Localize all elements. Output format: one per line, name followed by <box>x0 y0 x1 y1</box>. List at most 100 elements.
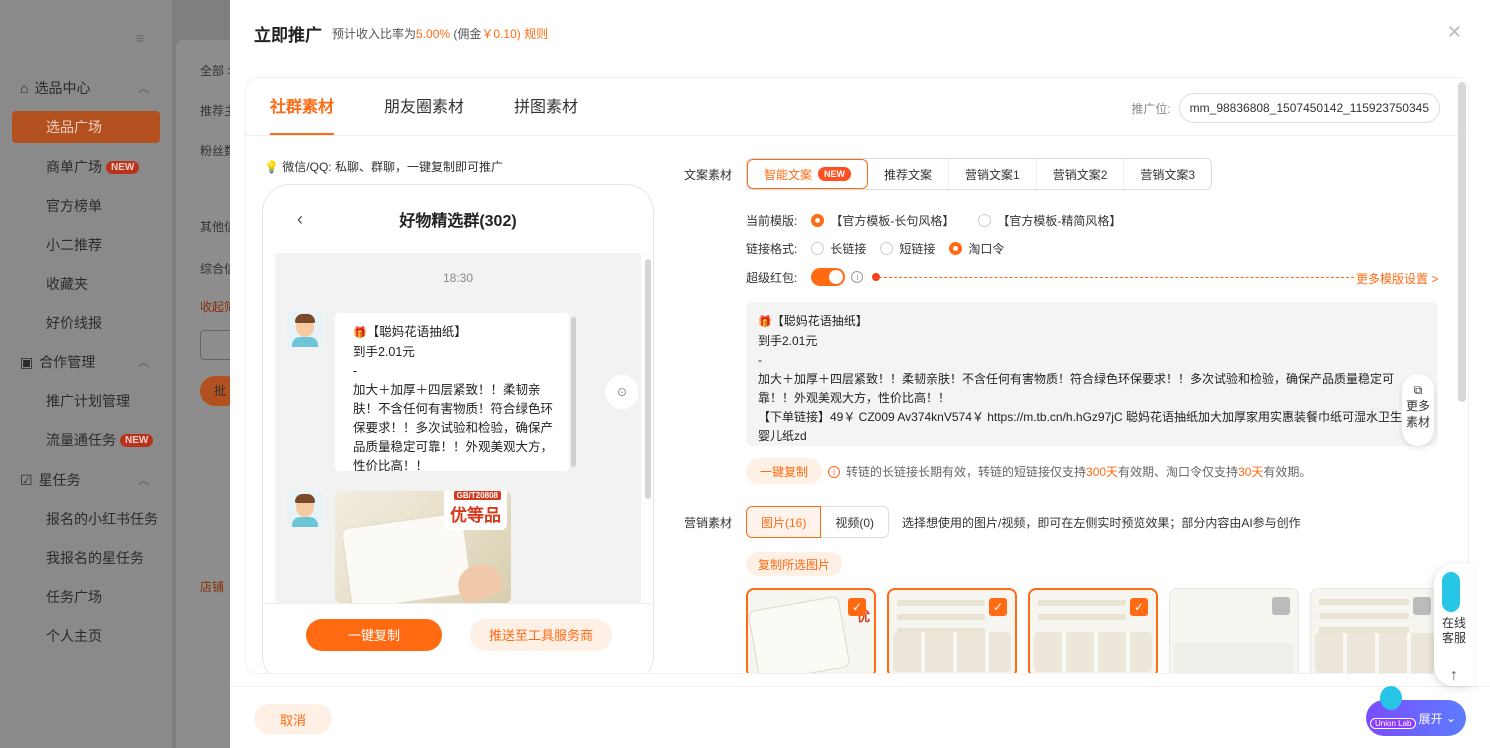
phone-preview: ‹ 好物精选群(302) 18:30 🎁【聪妈花语抽纸】 到手2.01元 - 加… <box>262 184 654 673</box>
online-service-widget[interactable]: 在线 客服 ↑ <box>1434 564 1474 686</box>
tab-marketing-copy-2[interactable]: 营销文案2 <box>1037 159 1125 189</box>
phone-actions: 一键复制 推送至工具服务商 <box>263 603 653 673</box>
sidebar-group-star-task[interactable]: ☑ 星任务 ︿ <box>20 470 149 490</box>
checkbox-checked-icon[interactable]: ✓ <box>989 598 1007 616</box>
tab-collage[interactable]: 拼图素材 <box>514 93 578 135</box>
tab-smart-copy[interactable]: 智能文案 NEW <box>747 159 869 189</box>
cancel-button[interactable]: 取消 <box>254 704 332 734</box>
screenshot-icon[interactable]: ⊙ <box>605 375 639 409</box>
checkbox-checked-icon[interactable]: ✓ <box>848 598 866 616</box>
redpack-toggle[interactable] <box>811 268 846 286</box>
new-badge: NEW <box>106 160 140 174</box>
bulb-icon: 💡 <box>264 160 279 174</box>
chat-title: 好物精选群(302) <box>399 213 517 230</box>
copy-text-button[interactable]: 一键复制 <box>746 458 823 484</box>
sidebar-item-official-list[interactable]: 官方榜单 <box>46 196 102 216</box>
tab-videos[interactable]: 视频(0) <box>821 506 890 538</box>
chat-header: ‹ 好物精选群(302) <box>263 185 653 253</box>
back-icon: ‹ <box>297 208 303 229</box>
mascot-icon <box>1442 572 1460 612</box>
copy-all-button[interactable]: 一键复制 <box>306 618 442 651</box>
template-radio-short[interactable] <box>978 214 992 227</box>
sidebar-group-cooperation[interactable]: ▣ 合作管理 ︿ <box>20 352 149 372</box>
link-radio-tkl[interactable] <box>949 242 963 255</box>
image-thumbnail[interactable]: 优 ✓ <box>746 588 876 673</box>
drawer-header: 立即推广 预计收入比率为5.00% (佣金￥0.10) 规则 <box>230 0 1490 66</box>
commission-info: 预计收入比率为5.00% (佣金￥0.10) 规则 <box>332 26 549 41</box>
chat-scrollbar[interactable] <box>645 259 651 499</box>
menu-icon[interactable]: ≡ <box>136 30 144 46</box>
sidebar-item-profile[interactable]: 个人主页 <box>46 626 102 646</box>
drawer-title: 立即推广 <box>254 25 322 45</box>
copy-tabs: 智能文案 NEW 推荐文案 营销文案1 营销文案2 营销文案3 <box>746 158 1213 190</box>
template-radio-long[interactable] <box>811 214 825 227</box>
back-to-top-icon[interactable]: ↑ <box>1434 668 1474 684</box>
sidebar-item-favorites[interactable]: 收藏夹 <box>46 274 88 294</box>
tab-marketing-copy-3[interactable]: 营销文案3 <box>1124 159 1211 189</box>
sidebar-item-xhs-task[interactable]: 报名的小红书任务 <box>46 509 158 529</box>
promote-drawer: 立即推广 预计收入比率为5.00% (佣金￥0.10) 规则 ✕ 社群素材 朋友… <box>230 0 1490 748</box>
copy-section-label: 文案素材 <box>684 168 733 182</box>
chevron-up-icon: ︿ <box>138 357 149 369</box>
tab-moments[interactable]: 朋友圈素材 <box>384 93 464 135</box>
push-to-tool-button[interactable]: 推送至工具服务商 <box>470 618 612 651</box>
rules-link[interactable]: 规则 <box>524 27 548 41</box>
media-tabs: 图片(16) 视频(0) <box>746 506 890 538</box>
sidebar-item-order-square[interactable]: 商单广场 NEW <box>46 157 140 177</box>
copy-selected-images-button[interactable]: 复制所选图片 <box>746 552 843 576</box>
sidebar-item-plan-manage[interactable]: 推广计划管理 <box>46 391 130 411</box>
new-badge: NEW <box>818 167 852 181</box>
checkbox-checked-icon[interactable]: ✓ <box>1130 598 1148 616</box>
background-main: 全部 > 推荐主 粉丝数 其他信 综合信 收起筛 批 店铺 <box>176 40 240 748</box>
image-thumbnails: 优 ✓ ✓ ✓ ✓ ✓ <box>746 588 1440 673</box>
new-badge: NEW <box>120 433 154 447</box>
sidebar-item-deals[interactable]: 好价线报 <box>46 313 102 333</box>
link-validity-note: i 转链的长链接长期有效，转链的短链接仅支持300天有效期、淘口令仅支持30天有… <box>828 463 1311 480</box>
more-template-settings-link[interactable]: 更多模版设置 > <box>1356 270 1438 287</box>
chat-body: 18:30 🎁【聪妈花语抽纸】 到手2.01元 - 加大＋加厚＋四层紧致！！柔韧… <box>275 253 651 603</box>
sidebar-item-traffic-task[interactable]: 流量通任务 NEW <box>46 430 154 450</box>
checkbox-unchecked-icon[interactable]: ✓ <box>1272 597 1290 615</box>
media-hint: 选择想使用的图片/视频，即可在左侧实时预览效果；部分内容由AI参与创作 <box>902 516 1301 530</box>
more-material-button[interactable]: ⧉ 更多 素材 <box>1402 374 1434 446</box>
sidebar-item-recommend[interactable]: 小二推荐 <box>46 235 102 255</box>
share-tip: 💡 微信/QQ: 私聊、群聊，一键复制即可推广 <box>264 160 503 174</box>
briefcase-icon: ▣ <box>20 353 34 370</box>
link-radio-long[interactable] <box>811 242 825 255</box>
tab-community[interactable]: 社群素材 <box>270 93 335 135</box>
home-icon: ⌂ <box>20 80 29 96</box>
task-icon: ☑ <box>20 471 33 488</box>
sidebar-group-selection[interactable]: ⌂ 选品中心 ︿ <box>20 78 149 98</box>
sidebar-item-selection-square[interactable]: 选品广场 <box>12 111 160 143</box>
close-icon[interactable]: ✕ <box>1447 22 1462 43</box>
union-lab-widget[interactable]: Union Lab 展开 ⌄ <box>1366 686 1466 736</box>
tab-images[interactable]: 图片(16) <box>746 506 822 538</box>
bubble-scrollbar[interactable] <box>571 317 576 467</box>
chat-time: 18:30 <box>442 271 474 285</box>
checkbox-unchecked-icon[interactable]: ✓ <box>1413 597 1431 615</box>
promo-position-select[interactable]: mm_98836808_1507450142_115923750345 <box>1178 93 1440 123</box>
material-panel: 社群素材 朋友圈素材 拼图素材 推广位: mm_98836808_1507450… <box>246 78 1468 673</box>
layers-icon: ⧉ <box>1413 383 1423 397</box>
tab-recommend-copy[interactable]: 推荐文案 <box>868 159 950 189</box>
info-icon: i <box>828 465 840 478</box>
material-tabs: 社群素材 朋友圈素材 拼图素材 推广位: mm_98836808_1507450… <box>246 78 1468 136</box>
copy-text-box[interactable]: 🎁【聪妈花语抽纸】 到手2.01元 - 加大＋加厚＋四层紧致！！柔韧亲肤！不含任… <box>746 302 1438 446</box>
image-thumbnail[interactable]: ✓ <box>1028 588 1158 673</box>
drawer-footer: 取消 <box>230 686 1490 748</box>
redpack-row: 超级红包: i <box>746 268 864 286</box>
chevron-up-icon: ︿ <box>138 475 149 487</box>
link-radio-short[interactable] <box>880 242 894 255</box>
sidebar-item-my-star-task[interactable]: 我报名的星任务 <box>46 548 144 568</box>
expand-label: 展开 <box>1418 711 1443 726</box>
panel-scrollbar[interactable] <box>1458 82 1466 402</box>
gift-icon: 🎁 <box>758 316 772 328</box>
sidebar-item-task-square[interactable]: 任务广场 <box>46 587 102 607</box>
image-thumbnail[interactable]: ✓ <box>1169 588 1299 673</box>
image-thumbnail[interactable]: ✓ <box>1310 588 1440 673</box>
info-icon[interactable]: i <box>851 271 864 283</box>
quality-badge: GB/T20808 优等品 <box>444 491 507 530</box>
template-row: 当前模版: 【官方模板-长句风格】 【官方模板-精简风格】 <box>746 214 1122 228</box>
image-thumbnail[interactable]: ✓ <box>887 588 1017 673</box>
tab-marketing-copy-1[interactable]: 营销文案1 <box>949 159 1037 189</box>
